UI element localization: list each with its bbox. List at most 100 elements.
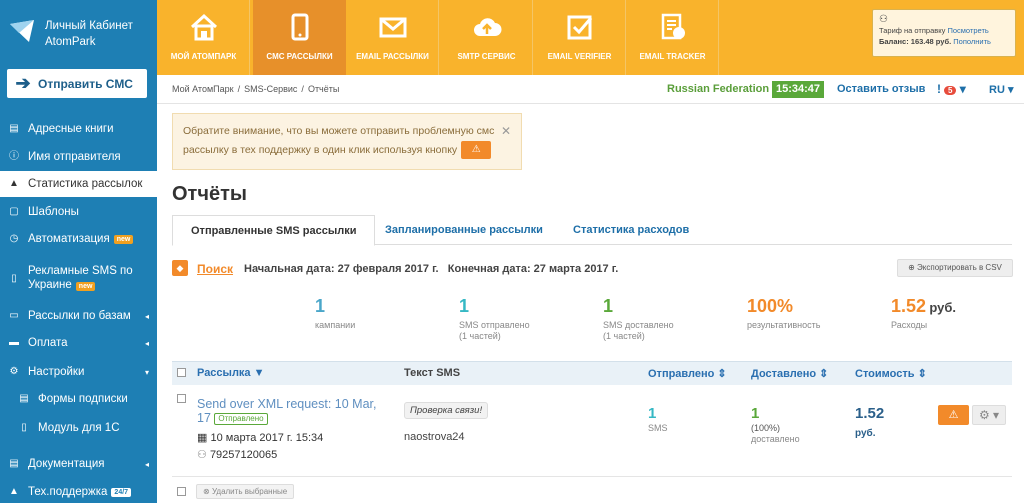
sidebar-item-label: Автоматизация (28, 233, 110, 245)
sidebar-item-ukraine-sms[interactable]: ▯ Рекламные SMS по Украине new (0, 262, 157, 296)
notice-line2: рассылку в тех поддержку в один клик исп… (183, 144, 458, 156)
breadcrumb-home[interactable]: Мой АтомПарк (172, 84, 234, 94)
download-icon: ⊕ (908, 263, 915, 272)
tab-my-atompark[interactable]: МОЙ АТОМПАРК (157, 0, 250, 75)
sidebar-item-label: Оплата (28, 337, 68, 349)
notice-line1: Обратите внимание, что вы можете отправи… (183, 125, 495, 137)
sidebar-item-settings[interactable]: ⚙ Настройки ▾ (0, 361, 157, 383)
col-delivered[interactable]: Доставлено ⇕ (751, 367, 828, 380)
tariff-label: Тариф на отправку (879, 26, 946, 35)
export-csv-button[interactable]: ⊕ Экспортировать в CSV (897, 259, 1013, 277)
sidebar-item-sender-name[interactable]: ⓘ Имя отправителя (0, 146, 157, 168)
report-problem-button[interactable]: ⚠ (938, 405, 969, 425)
col-sent[interactable]: Отправлено ⇕ (648, 367, 727, 380)
tab-email-mailings[interactable]: EMAIL РАССЫЛКИ (346, 0, 439, 75)
notification-count: 5 (944, 86, 957, 95)
table-header: Рассылка ▼ Текст SMS Отправлено ⇕ Достав… (172, 361, 1012, 385)
table-footer: ⊗ Удалить выбранные (172, 482, 1012, 503)
tab-smtp-service[interactable]: SMTP СЕРВИС (440, 0, 533, 75)
sent-count: 1 (648, 405, 657, 422)
sidebar: Личный Кабинет AtomPark ➔ Отправить СМС ▤ А… (0, 0, 157, 503)
sms-text-bubble: Проверка связи! (404, 402, 489, 419)
close-icon[interactable]: ✕ (501, 122, 511, 141)
view-tariff-link[interactable]: Посмотреть (947, 26, 988, 35)
sidebar-item-automation[interactable]: ◷ Автоматизация new (0, 228, 157, 250)
smartphone-icon (291, 13, 309, 41)
stat-unit: руб. (929, 300, 957, 315)
tab-sent-sms[interactable]: Отправленные SMS рассылки (172, 215, 376, 246)
checkbox-icon (567, 15, 593, 40)
delete-selected-button[interactable]: ⊗ Удалить выбранные (196, 484, 295, 499)
col-campaign[interactable]: Рассылка ▼ (197, 367, 265, 379)
footer-checkbox[interactable] (177, 487, 186, 496)
sidebar-item-statistics[interactable]: ▲ Статистика рассылок (0, 171, 157, 197)
sender-name: naostrova24 (404, 431, 465, 443)
col-sms-text: Текст SMS (404, 367, 461, 379)
leave-feedback-link[interactable]: Оставить отзыв (837, 83, 925, 95)
campaign-link[interactable]: Send over XML request: 10 Mar, 17 Отправ… (197, 397, 382, 425)
brand-line1: Личный Кабинет (45, 20, 133, 32)
caret-down-icon: ▾ (144, 367, 149, 377)
sidebar-item-label: Тех.поддержка (28, 486, 108, 498)
phone-icon: ▯ (11, 273, 17, 284)
sidebar-item-label: Имя отправителя (28, 151, 121, 163)
search-link[interactable]: Поиск (197, 262, 233, 276)
row-checkbox[interactable] (177, 394, 186, 403)
sidebar-item-label: Формы подписки (38, 393, 128, 405)
stat-sublabel: (1 частей) (459, 331, 501, 341)
page-title: Отчёты (172, 183, 247, 205)
sidebar-item-label-2: Украине (28, 279, 72, 291)
user-icon: ⚇ (879, 14, 888, 25)
template-icon: ▢ (9, 206, 19, 217)
tab-email-tracker[interactable]: EMAIL TRACKER (626, 0, 719, 75)
form-icon: ▤ (19, 393, 29, 404)
sidebar-item-documentation[interactable]: ▤ Документация ◂ (0, 453, 157, 475)
sidebar-item-payment[interactable]: ▬ Оплата ◂ (0, 332, 157, 354)
delivered-count: 1 (751, 405, 760, 422)
tab-sms-mailings[interactable]: СМС РАССЫЛКИ (253, 0, 346, 75)
envelope-icon (379, 17, 407, 38)
region-label: Russian Federation (667, 83, 770, 95)
row-settings-dropdown[interactable]: ⚙ ▾ (972, 405, 1006, 425)
top-navigation: МОЙ АТОМПАРК СМС РАССЫЛКИ EMAIL РАССЫЛКИ… (157, 0, 1024, 75)
breadcrumb-sms-service[interactable]: SMS-Сервис (244, 84, 297, 94)
language-select[interactable]: RU ▾ (989, 83, 1013, 96)
send-sms-button[interactable]: ➔ Отправить СМС (7, 69, 147, 98)
sidebar-item-label: Модуль для 1С (38, 422, 120, 434)
top-up-link[interactable]: Пополнить (953, 37, 991, 46)
date-range: Начальная дата: 27 февраля 2017 г. Конеч… (244, 263, 618, 275)
cost-unit: руб. (855, 428, 876, 439)
warning-icon: ⚠ (948, 409, 959, 421)
tab-label: EMAIL TRACKER (639, 52, 706, 61)
close-circle-icon: ⊗ (203, 487, 210, 496)
sidebar-item-label: Рассылки по базам (28, 310, 131, 322)
sidebar-item-address-books[interactable]: ▤ Адресные книги (0, 118, 157, 140)
end-date: Конечная дата: 27 марта 2017 г. (447, 263, 619, 275)
sidebar-item-subscription-forms[interactable]: ▤ Формы подписки (0, 388, 157, 410)
arrow-right-icon: ➔ (15, 73, 31, 93)
tab-email-verifier[interactable]: EMAIL VERIFIER (533, 0, 626, 75)
send-sms-label: Отправить СМС (38, 76, 133, 91)
new-badge: new (75, 282, 96, 291)
notice-alert: ✕ Обратите внимание, что вы можете отпра… (172, 113, 522, 170)
stat-efficiency: 100% результативность (747, 296, 820, 331)
notifications-button[interactable]: ! 5 ▾ (937, 82, 966, 96)
col-cost[interactable]: Стоимость ⇕ (855, 367, 927, 380)
card-icon: ▬ (9, 337, 19, 348)
info-icon: ⓘ (9, 151, 19, 162)
tab-expense-stats[interactable]: Статистика расходов (555, 215, 707, 246)
settings-icon: ⚙ (9, 366, 19, 377)
sidebar-item-1c-module[interactable]: ▯ Модуль для 1С (0, 417, 157, 439)
tab-scheduled[interactable]: Запланированные рассылки (367, 215, 561, 246)
tariff-panel[interactable]: ⚇ Тариф на отправку Посмотреть Баланс: 1… (872, 9, 1016, 57)
folder-icon: ▭ (9, 310, 19, 321)
sidebar-item-support[interactable]: ▲ Тех.поддержка 24/7 (0, 481, 157, 503)
sidebar-item-label: Рекламные SMS по (28, 265, 133, 277)
sent-unit: SMS (648, 423, 668, 433)
breadcrumb-current: Отчёты (307, 84, 340, 94)
sidebar-item-templates[interactable]: ▢ Шаблоны (0, 201, 157, 223)
support-247-badge: 24/7 (111, 487, 132, 497)
brand-logo[interactable]: Личный Кабинет AtomPark (7, 14, 157, 54)
select-all-checkbox[interactable] (177, 368, 186, 377)
sidebar-item-database-mailings[interactable]: ▭ Рассылки по базам ◂ (0, 305, 157, 327)
